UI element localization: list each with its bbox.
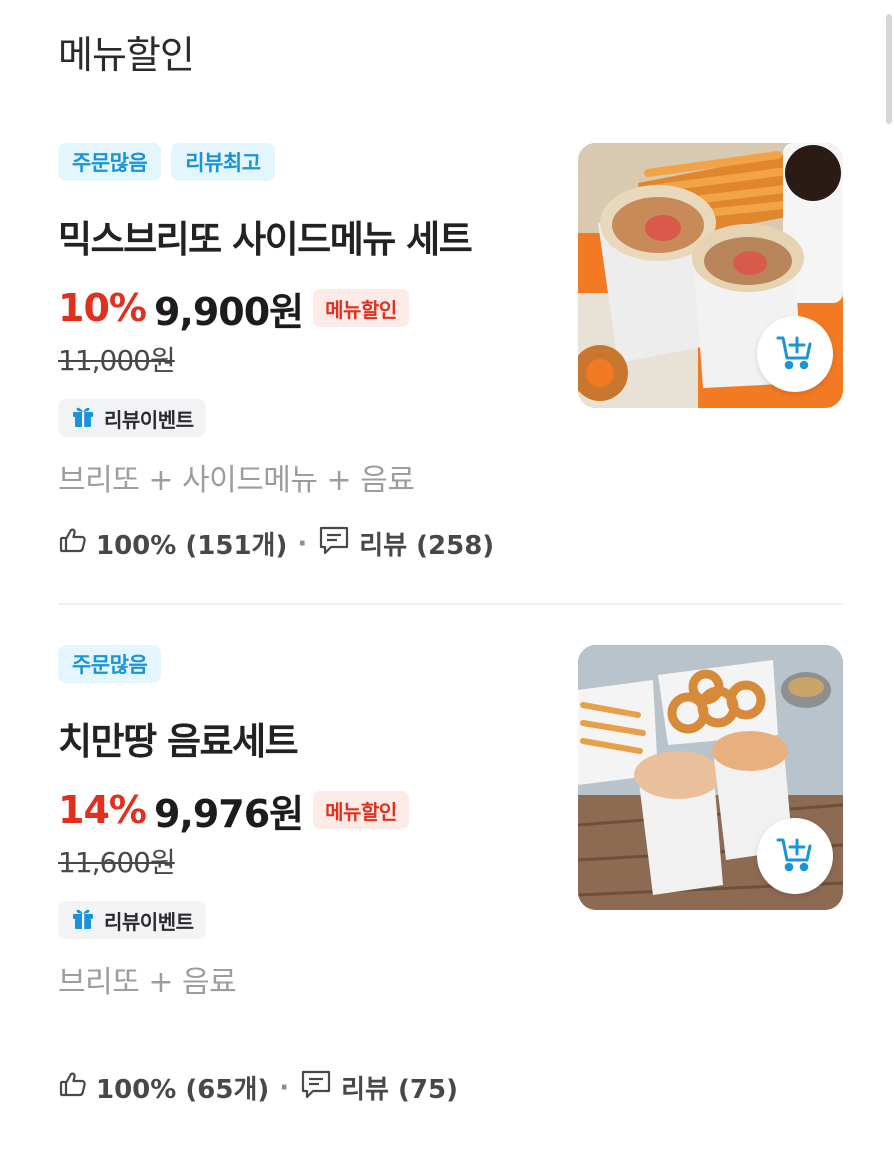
review-icon bbox=[299, 1067, 341, 1108]
discount-badge: 메뉴할인 bbox=[313, 289, 409, 327]
menu-description: 브리또 + 음료 bbox=[58, 965, 237, 1000]
review-event-label: 리뷰이벤트 bbox=[104, 407, 194, 432]
menu-card[interactable]: 주문많음 치만땅 음료세트 14% 9,976원 메뉴할인 11,600원 리뷰… bbox=[58, 645, 843, 1115]
scrollbar[interactable] bbox=[886, 14, 892, 124]
tag-popular: 주문많음 bbox=[58, 645, 162, 683]
tag-popular: 주문많음 bbox=[58, 143, 162, 181]
cart-add-icon bbox=[775, 332, 815, 376]
stats-separator: · bbox=[297, 528, 308, 559]
price-row: 14% 9,976원 메뉴할인 bbox=[58, 785, 409, 836]
gift-icon bbox=[70, 403, 96, 433]
gift-icon bbox=[70, 905, 96, 935]
review-icon bbox=[317, 523, 359, 564]
add-to-cart-button[interactable] bbox=[757, 818, 833, 894]
discount-rate: 10% bbox=[58, 286, 147, 330]
review-event-badge: 리뷰이벤트 bbox=[58, 901, 206, 939]
sale-price: 9,900원 bbox=[153, 289, 304, 334]
rating-text: 100% (65개) bbox=[96, 1075, 270, 1105]
price-row: 10% 9,900원 메뉴할인 bbox=[58, 283, 409, 334]
menu-card[interactable]: 주문많음 리뷰최고 믹스브리또 사이드메뉴 세트 10% 9,900원 메뉴할인… bbox=[58, 143, 843, 605]
menu-image[interactable] bbox=[578, 143, 843, 408]
add-to-cart-button[interactable] bbox=[757, 316, 833, 392]
thumbs-up-icon bbox=[58, 1069, 96, 1106]
section-title: 메뉴할인 bbox=[58, 33, 195, 77]
menu-name[interactable]: 믹스브리또 사이드메뉴 세트 bbox=[58, 209, 473, 263]
rating-text: 100% (151개) bbox=[96, 531, 288, 561]
review-count[interactable]: 리뷰 (258) bbox=[359, 525, 494, 562]
menu-description: 브리또 + 사이드메뉴 + 음료 bbox=[58, 463, 415, 498]
original-price: 11,600원 bbox=[58, 846, 176, 879]
menu-image[interactable] bbox=[578, 645, 843, 910]
discount-rate: 14% bbox=[58, 788, 147, 832]
cart-add-icon bbox=[775, 834, 815, 878]
review-event-badge: 리뷰이벤트 bbox=[58, 399, 206, 437]
thumbs-up-icon bbox=[58, 525, 96, 562]
menu-name[interactable]: 치만땅 음료세트 bbox=[58, 711, 299, 765]
original-price: 11,000원 bbox=[58, 344, 176, 377]
review-event-label: 리뷰이벤트 bbox=[104, 909, 194, 934]
menu-stats: 100% (65개) · 리뷰 (75) bbox=[58, 1067, 458, 1108]
review-count[interactable]: 리뷰 (75) bbox=[341, 1069, 458, 1106]
stats-separator: · bbox=[279, 1072, 290, 1103]
sale-price: 9,976원 bbox=[153, 791, 304, 836]
tag-best-review: 리뷰최고 bbox=[171, 143, 275, 181]
discount-badge: 메뉴할인 bbox=[313, 791, 409, 829]
menu-stats: 100% (151개) · 리뷰 (258) bbox=[58, 523, 494, 564]
